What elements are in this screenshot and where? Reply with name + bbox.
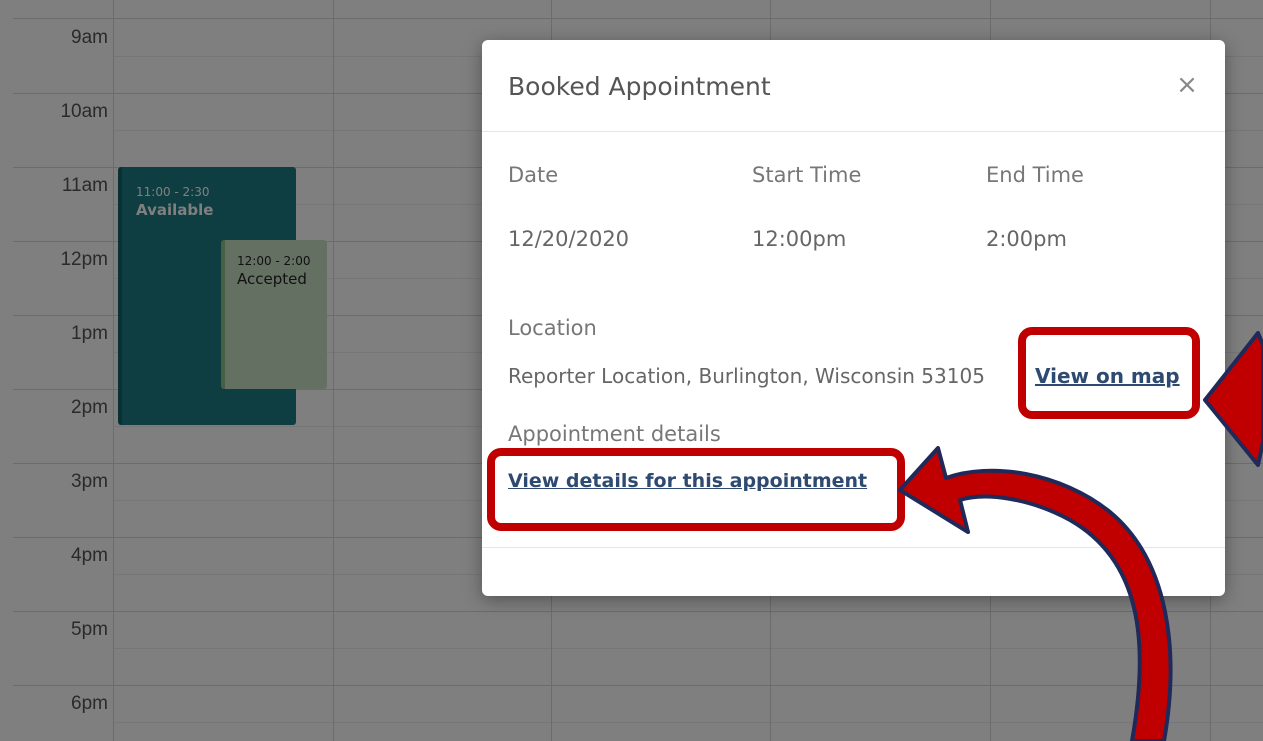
date-value: 12/20/2020 (508, 227, 630, 251)
end-time-value: 2:00pm (986, 227, 1067, 251)
start-time-label: Start Time (752, 163, 862, 187)
location-value: Reporter Location, Burlington, Wisconsin… (508, 364, 985, 388)
view-on-map-link[interactable]: View on map (1035, 364, 1180, 388)
modal-title: Booked Appointment (508, 72, 771, 101)
modal-header: Booked Appointment × (482, 40, 1225, 132)
date-label: Date (508, 163, 559, 187)
modal-footer-divider (482, 547, 1225, 548)
close-button[interactable]: × (1172, 70, 1202, 100)
booked-appointment-modal: Booked Appointment × Date Start Time End… (482, 40, 1225, 596)
end-time-label: End Time (986, 163, 1084, 187)
start-time-value: 12:00pm (752, 227, 847, 251)
view-appointment-details-link[interactable]: View details for this appointment (508, 470, 867, 492)
location-label: Location (508, 316, 597, 340)
appointment-details-label: Appointment details (508, 422, 721, 446)
